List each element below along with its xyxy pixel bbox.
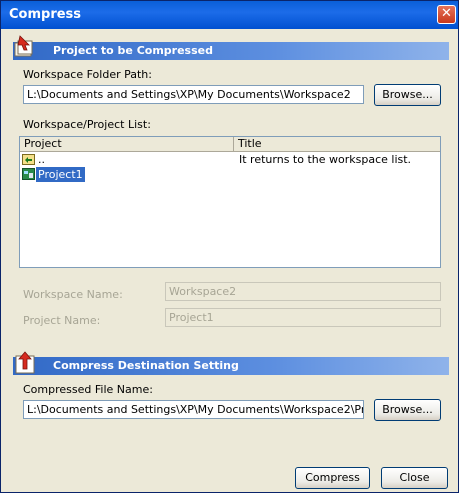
compress-dialog: Compress ✕ Project to be Compressed Work… — [0, 0, 459, 493]
workspace-name-label: Workspace Name: — [23, 288, 123, 301]
list-item-project: Project1 — [36, 167, 85, 182]
workspace-folder-label: Workspace Folder Path: — [23, 68, 152, 81]
workspace-name-field: Workspace2 — [165, 282, 441, 301]
column-header-title[interactable]: Title — [234, 137, 440, 151]
list-item[interactable]: .. It returns to the workspace list. — [20, 152, 440, 167]
project-name-label: Project Name: — [23, 314, 101, 327]
list-item-title: It returns to the workspace list. — [239, 153, 412, 166]
column-header-project[interactable]: Project — [20, 137, 234, 151]
destination-browse-button[interactable]: Browse... — [374, 399, 441, 421]
workspace-folder-input[interactable]: L:\Documents and Settings\XP\My Document… — [23, 85, 364, 104]
list-item[interactable]: Project1 — [20, 167, 440, 182]
compressed-file-label: Compressed File Name: — [23, 383, 153, 396]
folder-up-icon — [22, 154, 35, 165]
section-header-destination: Compress Destination Setting — [13, 357, 449, 375]
project-name-field: Project1 — [165, 308, 441, 327]
section-header-destination-label: Compress Destination Setting — [53, 359, 239, 372]
compress-project-icon — [14, 35, 33, 57]
project-icon — [22, 168, 35, 180]
project-list-label: Workspace/Project List: — [23, 118, 151, 131]
compress-destination-icon — [15, 351, 35, 374]
compressed-file-input[interactable]: L:\Documents and Settings\XP\My Document… — [23, 400, 364, 419]
compress-button[interactable]: Compress — [295, 467, 370, 489]
window-title: Compress — [9, 7, 82, 22]
project-list[interactable]: Project Title .. It returns to the works… — [19, 136, 441, 268]
list-header: Project Title — [20, 137, 440, 152]
title-bar[interactable]: Compress ✕ — [1, 1, 458, 29]
workspace-browse-button[interactable]: Browse... — [374, 84, 441, 106]
section-header-project-label: Project to be Compressed — [53, 44, 213, 57]
list-item-project: .. — [38, 153, 45, 166]
section-header-project: Project to be Compressed — [13, 42, 449, 60]
close-button[interactable]: Close — [381, 467, 448, 489]
close-window-button[interactable]: ✕ — [437, 5, 456, 24]
